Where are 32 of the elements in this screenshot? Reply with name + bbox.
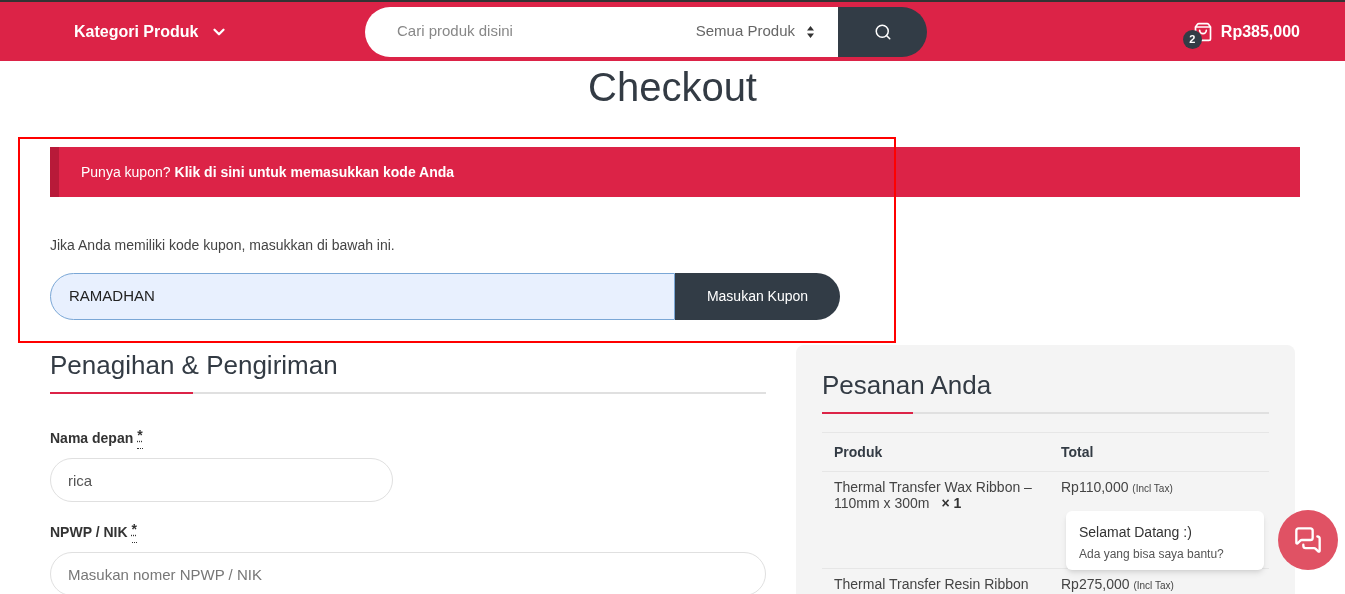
- sort-arrows-icon: [807, 25, 814, 38]
- coupon-question: Punya kupon?: [81, 162, 171, 182]
- search-icon: [873, 22, 892, 41]
- required-mark: *: [131, 522, 137, 543]
- category-menu[interactable]: Kategori Produk: [74, 19, 365, 44]
- product-name: Thermal Transfer Wax Ribbon – 110mm x 300m × 1: [833, 479, 1033, 511]
- label-text: NPWP / NIK: [50, 523, 128, 542]
- text-field[interactable]: Masukan nomer NPWP / NIK: [50, 552, 766, 594]
- coupon-hint: Jika Anda memiliki kode kupon, masukkan di bawah ini.: [50, 236, 396, 255]
- column-header: Total: [1061, 442, 1094, 462]
- page-title: Checkout: [587, 64, 758, 111]
- apply-coupon-button[interactable]: Masukan Kupon: [675, 273, 840, 320]
- cart-count: 2: [1182, 29, 1202, 49]
- search-field[interactable]: Cari produk disini: [365, 6, 696, 57]
- column-header: Produk: [833, 442, 884, 462]
- cart-total[interactable]: Rp385,000: [1220, 19, 1300, 44]
- coupon-link[interactable]: Klik di sini untuk memasukkan kode Anda: [174, 161, 455, 183]
- required-mark: *: [137, 428, 143, 449]
- chat-button[interactable]: [1278, 510, 1338, 570]
- product-price: Rp275,000 (Incl Tax): [1061, 576, 1174, 594]
- chat-message: Ada yang bisa saya bantu?: [1079, 546, 1225, 563]
- chat-title: Selamat Datang :): [1079, 523, 1193, 542]
- billing-title: Penagihan & Pengiriman: [50, 349, 339, 382]
- product-price: Rp110,000 (Incl Tax): [1061, 479, 1173, 497]
- label-text: Nama depan: [50, 429, 134, 448]
- text-field[interactable]: rica: [50, 458, 393, 502]
- order-title: Pesanan Anda: [822, 369, 993, 401]
- product-name: Thermal Transfer Resin Ribbon: [833, 576, 1030, 594]
- chat-icon: [1294, 526, 1322, 554]
- category-select[interactable]: Semua Produk: [695, 6, 838, 57]
- coupon-code-field[interactable]: RAMADHAN: [50, 273, 675, 320]
- search-button[interactable]: [838, 6, 927, 57]
